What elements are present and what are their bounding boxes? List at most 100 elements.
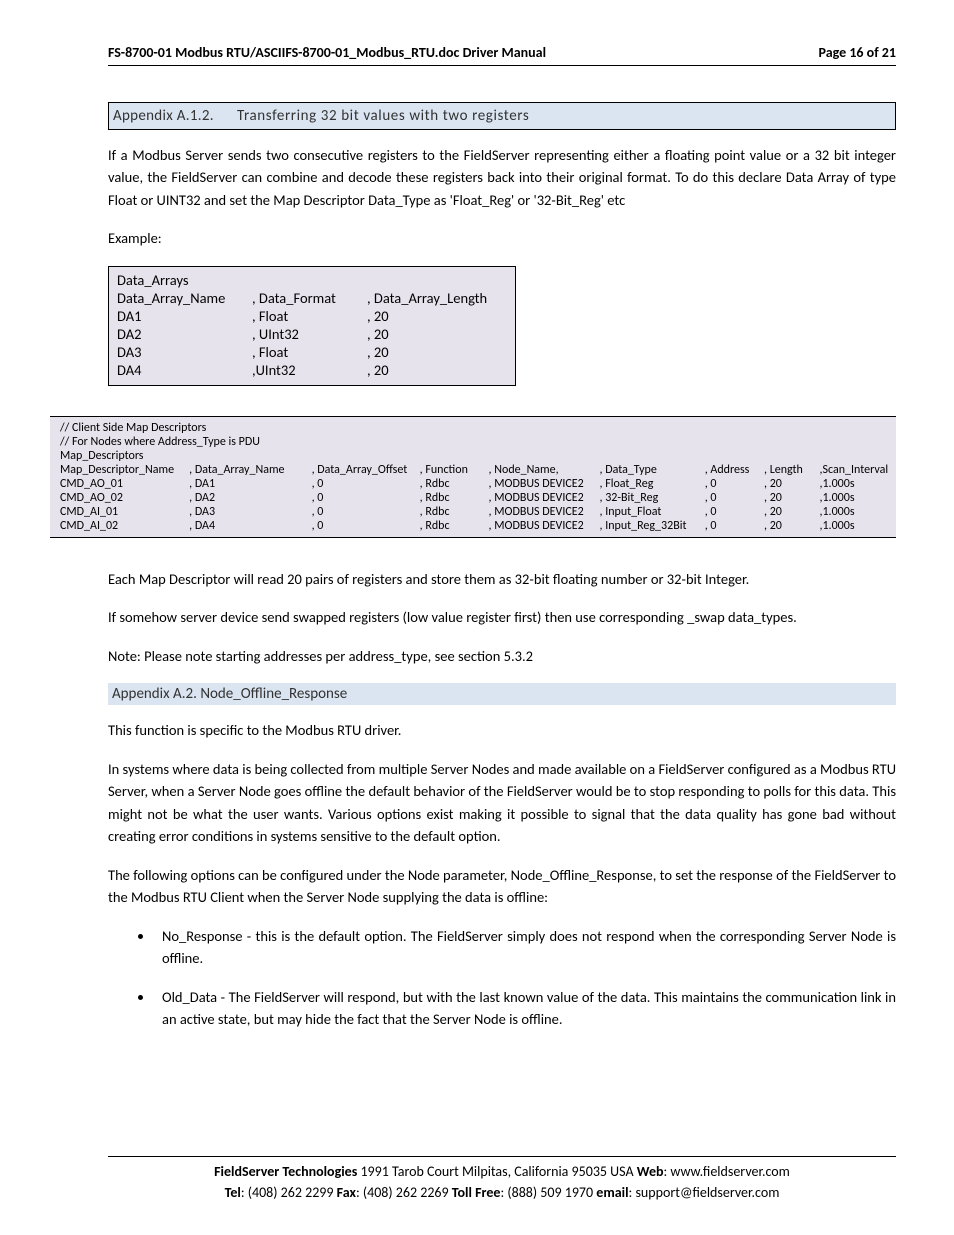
web-label: Web xyxy=(637,1163,664,1180)
list-item: Old_Data - The FieldServer will respond,… xyxy=(154,986,896,1031)
col-header: Map_Descriptor_Name xyxy=(60,463,189,477)
col-header: , Function xyxy=(420,463,489,477)
section-title: Appendix A.2. Node_Offline_Response xyxy=(112,685,347,703)
cell: , MODBUS DEVICE2 xyxy=(489,505,600,519)
header-left: FS-8700-01 Modbus RTU/ASCIIFS-8700-01_Mo… xyxy=(108,44,546,61)
col-header: , Data_Array_Name xyxy=(189,463,311,477)
options-list: No_Response - this is the default option… xyxy=(108,925,896,1031)
cell: , 20 xyxy=(367,307,507,325)
cell: , 20 xyxy=(764,491,819,505)
tel-value: : (408) 262 2299 xyxy=(241,1184,337,1201)
table-row: CMD_AO_02 , DA2 , 0 , Rdbc , MODBUS DEVI… xyxy=(60,491,896,505)
paragraph: If somehow server device send swapped re… xyxy=(108,606,896,628)
comment-line: // For Nodes where Address_Type is PDU xyxy=(60,435,896,449)
cell: , 0 xyxy=(705,477,764,491)
table-row: CMD_AI_02 , DA4 , 0 , Rdbc , MODBUS DEVI… xyxy=(60,519,896,533)
email-label: email xyxy=(596,1184,628,1201)
paragraph: If a Modbus Server sends two consecutive… xyxy=(108,144,896,211)
cell: , Rdbc xyxy=(420,505,489,519)
col-header: ,Scan_Interval xyxy=(819,463,896,477)
cell: , 20 xyxy=(764,519,819,533)
col-header: , Data_Type xyxy=(599,463,704,477)
page-footer: FieldServer Technologies 1991 Tarob Cour… xyxy=(108,1156,896,1203)
cell: , UInt32 xyxy=(252,325,367,343)
email-value: : support@fieldserver.com xyxy=(629,1184,780,1201)
cell: ,UInt32 xyxy=(252,361,367,379)
cell: , DA3 xyxy=(189,505,311,519)
cell: DA3 xyxy=(117,343,252,361)
list-item: No_Response - this is the default option… xyxy=(154,925,896,970)
col-header: Data_Array_Name xyxy=(117,289,252,307)
map-descriptors-table: // Client Side Map Descriptors // For No… xyxy=(50,416,896,538)
address: 1991 Tarob Court Milpitas, California 95… xyxy=(357,1163,636,1180)
fax-label: Fax xyxy=(337,1184,356,1201)
example-label: Example: xyxy=(108,227,896,249)
cell: ,1.000s xyxy=(819,491,896,505)
cell: DA2 xyxy=(117,325,252,343)
table-title: Map_Descriptors xyxy=(60,449,896,463)
cell: , Float xyxy=(252,307,367,325)
cell: , 0 xyxy=(312,505,420,519)
cell: , 32-Bit_Reg xyxy=(599,491,704,505)
col-header: , Address xyxy=(705,463,764,477)
cell: , 20 xyxy=(367,325,507,343)
cell: ,1.000s xyxy=(819,505,896,519)
cell: , Float xyxy=(252,343,367,361)
cell: , 0 xyxy=(705,505,764,519)
cell: , MODBUS DEVICE2 xyxy=(489,491,600,505)
comment-line: // Client Side Map Descriptors xyxy=(60,421,896,435)
table-row: DA4 ,UInt32 , 20 xyxy=(117,361,507,379)
col-header: , Node_Name, xyxy=(489,463,600,477)
table-header-row: Map_Descriptor_Name , Data_Array_Name , … xyxy=(60,463,896,477)
paragraph: This function is specific to the Modbus … xyxy=(108,719,896,741)
cell: , 0 xyxy=(312,491,420,505)
cell: , Rdbc xyxy=(420,519,489,533)
cell: , DA4 xyxy=(189,519,311,533)
col-header: , Length xyxy=(764,463,819,477)
cell: , Float_Reg xyxy=(599,477,704,491)
cell: ,1.000s xyxy=(819,477,896,491)
table-row: DA3 , Float , 20 xyxy=(117,343,507,361)
cell: ,1.000s xyxy=(819,519,896,533)
section-a12-heading: Appendix A.1.2. Transferring 32 bit valu… xyxy=(108,102,896,130)
col-header: , Data_Format xyxy=(252,289,367,307)
cell: , DA2 xyxy=(189,491,311,505)
page-header: FS-8700-01 Modbus RTU/ASCIIFS-8700-01_Mo… xyxy=(108,44,896,66)
cell: , Input_Float xyxy=(599,505,704,519)
cell: CMD_AO_02 xyxy=(60,491,189,505)
paragraph: Each Map Descriptor will read 20 pairs o… xyxy=(108,568,896,590)
document-page: FS-8700-01 Modbus RTU/ASCIIFS-8700-01_Mo… xyxy=(0,0,954,1235)
company-name: FieldServer Technologies xyxy=(214,1163,357,1180)
section-number: Appendix A.1.2. xyxy=(113,107,233,125)
cell: , 0 xyxy=(705,491,764,505)
web-value: : www.fieldserver.com xyxy=(664,1163,790,1180)
footer-line-1: FieldServer Technologies 1991 Tarob Cour… xyxy=(108,1161,896,1182)
table-row: CMD_AI_01 , DA3 , 0 , Rdbc , MODBUS DEVI… xyxy=(60,505,896,519)
cell: DA1 xyxy=(117,307,252,325)
cell: , 0 xyxy=(312,519,420,533)
table-row: Data_Arrays xyxy=(117,271,507,289)
tollfree-value: : (888) 509 1970 xyxy=(500,1184,596,1201)
cell: DA4 xyxy=(117,361,252,379)
cell: , Rdbc xyxy=(420,477,489,491)
table-row: DA1 , Float , 20 xyxy=(117,307,507,325)
table-row: Data_Array_Name , Data_Format , Data_Arr… xyxy=(117,289,507,307)
cell: , 20 xyxy=(367,361,507,379)
col-header: , Data_Array_Offset xyxy=(312,463,420,477)
cell: CMD_AI_01 xyxy=(60,505,189,519)
data-arrays-table: Data_Arrays Data_Array_Name , Data_Forma… xyxy=(108,266,516,386)
cell: , 0 xyxy=(312,477,420,491)
table-title: Data_Arrays xyxy=(117,271,252,289)
paragraph: Note: Please note starting addresses per… xyxy=(108,645,896,667)
cell: , 20 xyxy=(764,505,819,519)
fax-value: : (408) 262 2269 xyxy=(356,1184,452,1201)
cell: , 0 xyxy=(705,519,764,533)
section-a2-heading: Appendix A.2. Node_Offline_Response xyxy=(108,683,896,705)
tel-label: Tel xyxy=(225,1184,241,1201)
cell: CMD_AI_02 xyxy=(60,519,189,533)
table-row: DA2 , UInt32 , 20 xyxy=(117,325,507,343)
cell: , 20 xyxy=(764,477,819,491)
tollfree-label: Toll Free xyxy=(452,1184,501,1201)
cell: , MODBUS DEVICE2 xyxy=(489,477,600,491)
footer-line-2: Tel: (408) 262 2299 Fax: (408) 262 2269 … xyxy=(108,1182,896,1203)
